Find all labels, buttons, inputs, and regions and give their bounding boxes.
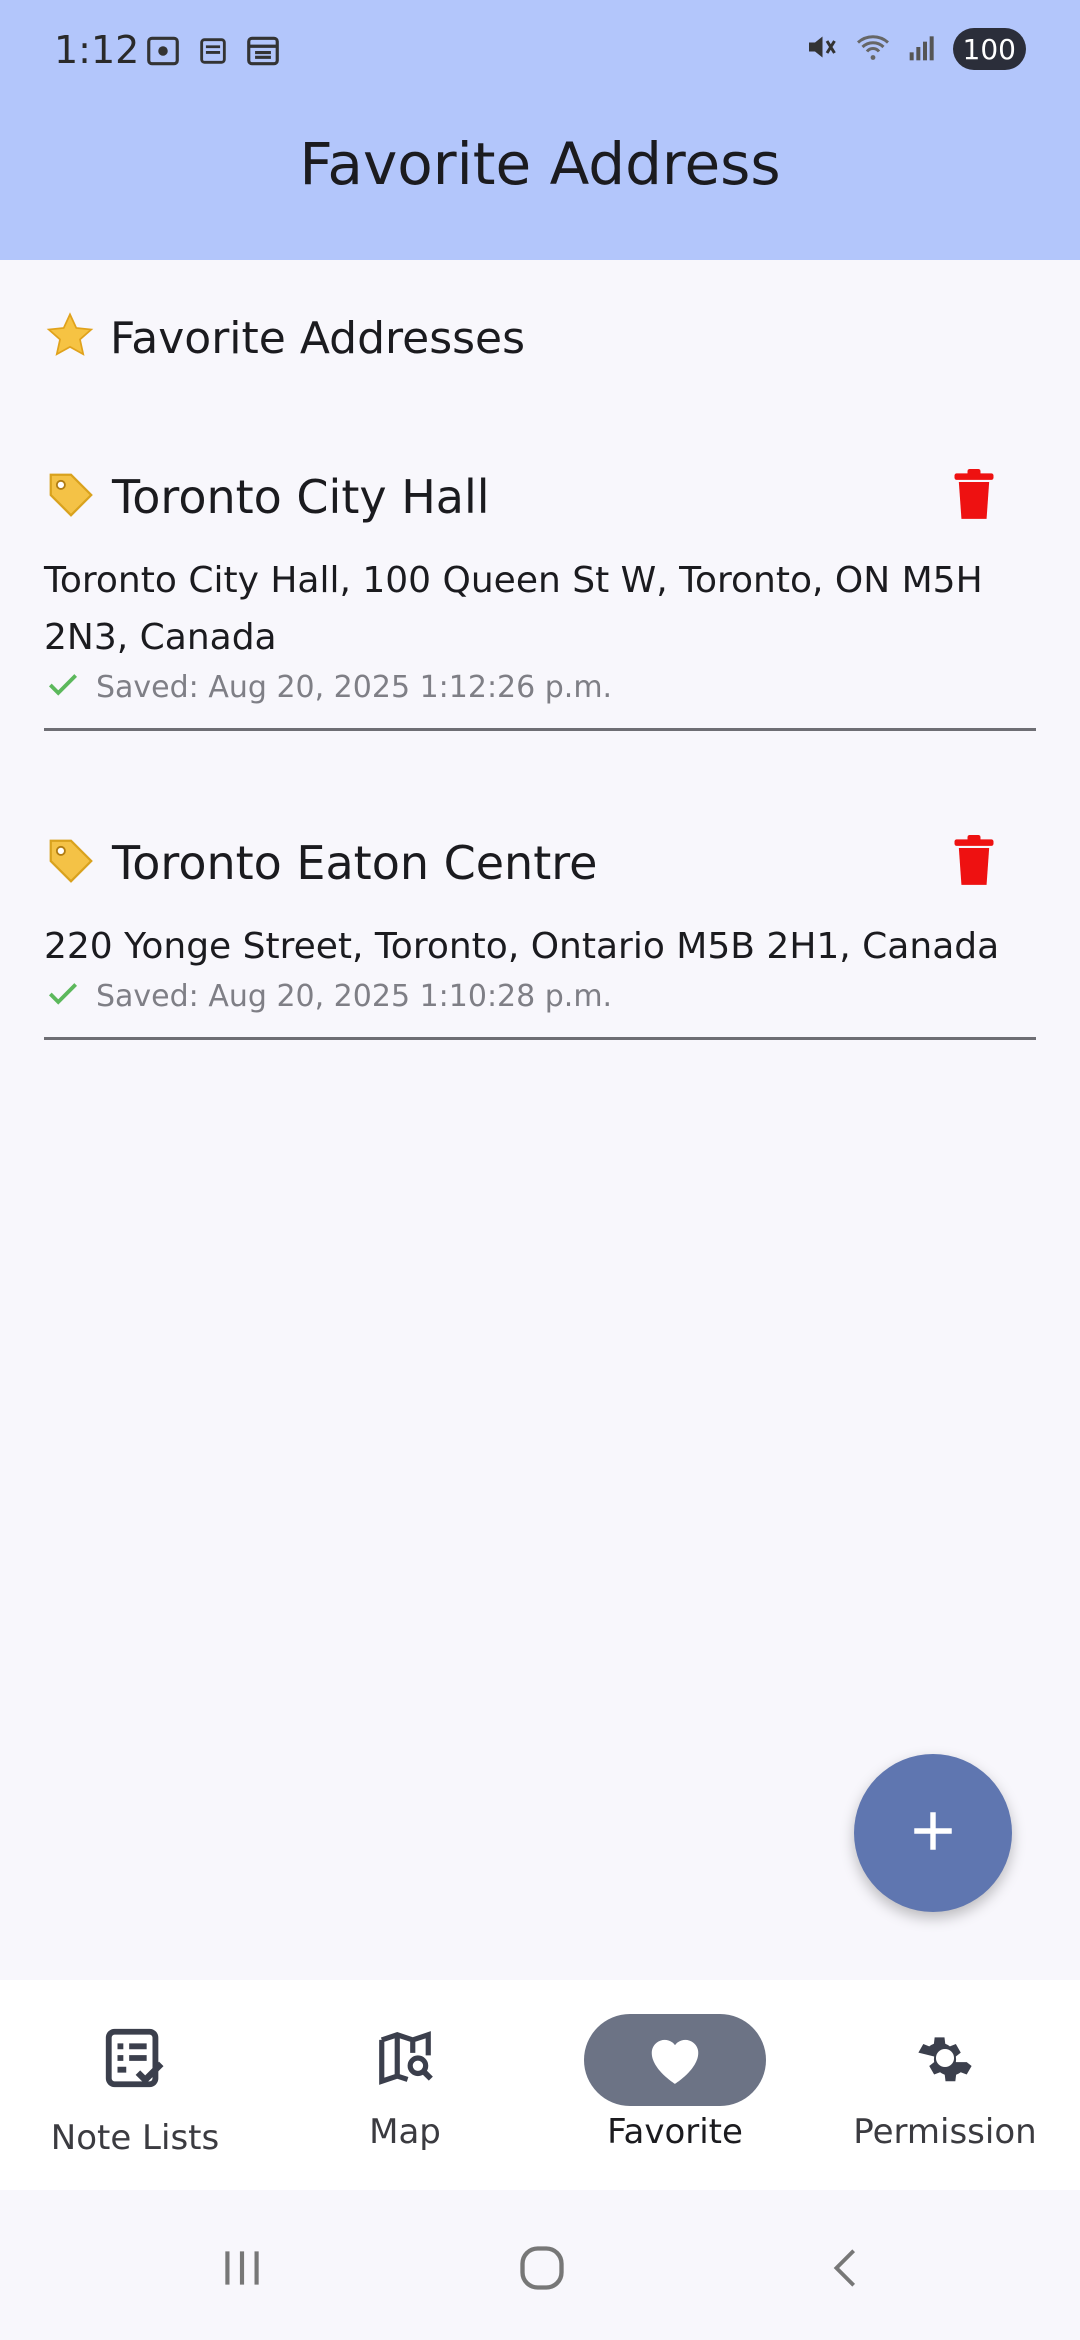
status-bar: 1:12 100 [0,0,1080,104]
status-time: 1:12 [54,28,140,72]
home-button[interactable] [502,2230,582,2310]
back-button[interactable] [806,2230,886,2310]
nav-item-permission[interactable]: Permission [810,1980,1080,2190]
favorite-address: Toronto City Hall, 100 Queen St W, Toron… [44,560,983,658]
note-list-icon [100,2023,170,2097]
recent-apps-button[interactable] [202,2230,282,2310]
divider [44,1037,1036,1040]
nav-item-map[interactable]: Map [270,1980,540,2190]
nav-icon-wrap [854,2014,1036,2106]
favorite-item[interactable]: Toronto City Hall Toronto City Hall, 100… [44,462,1036,731]
favorite-name: Toronto Eaton Centre [112,836,598,890]
nav-label: Map [369,2112,441,2152]
map-search-icon [374,2027,436,2093]
mute-icon [803,29,839,69]
saved-timestamp: Saved: Aug 20, 2025 1:10:28 p.m. [96,978,613,1014]
page-title: Favorite Address [299,130,781,198]
tag-icon [44,468,98,526]
favorite-address: 220 Yonge Street, Toronto, Ontario M5B 2… [44,926,1000,967]
divider [44,728,1036,731]
back-icon [823,2242,869,2298]
saved-timestamp: Saved: Aug 20, 2025 1:12:26 p.m. [96,669,613,705]
screen: 1:12 100 Favorite Address Favorite Addre… [0,0,1080,2340]
battery-indicator: 100 [952,28,1026,70]
favorite-name: Toronto City Hall [112,470,490,524]
saved-row: Saved: Aug 20, 2025 1:10:28 p.m. [44,975,1036,1017]
check-icon [44,975,82,1017]
favorite-name-wrap: Toronto City Hall [44,468,490,526]
status-right-icons: 100 [803,28,1026,70]
nav-item-favorite[interactable]: Favorite [540,1980,810,2190]
section-header: Favorite Addresses [44,310,525,366]
status-left-icons [144,32,282,74]
bottom-navigation: Note Lists Map Favorite Permission [0,1980,1080,2190]
favorite-name-wrap: Toronto Eaton Centre [44,834,597,892]
saved-row: Saved: Aug 20, 2025 1:12:26 p.m. [44,666,1036,708]
recent-apps-icon [217,2243,267,2297]
tag-icon [44,834,98,892]
trash-icon [953,835,995,891]
favorite-item-header: Toronto City Hall [44,462,1036,532]
gear-icon [914,2027,976,2093]
cast-icon [196,32,230,74]
nav-item-note-lists[interactable]: Note Lists [0,1980,270,2190]
trash-icon [953,469,995,525]
delete-button[interactable] [932,821,1016,905]
system-navigation-bar [0,2190,1080,2340]
wifi-icon [853,29,893,69]
favorite-item-header: Toronto Eaton Centre [44,828,1036,898]
nav-label: Favorite [607,2112,743,2152]
nav-icon-wrap [44,2014,226,2106]
heart-icon [644,2029,706,2091]
plus-icon [908,1806,958,1860]
nav-label: Permission [853,2112,1037,2152]
nav-icon-wrap [314,2014,496,2106]
star-icon [44,310,96,366]
add-favorite-button[interactable] [854,1754,1012,1912]
home-icon [516,2242,568,2298]
delete-button[interactable] [932,455,1016,539]
top-app-bar: 1:12 100 Favorite Address [0,0,1080,260]
signal-icon [907,29,939,69]
check-icon [44,666,82,708]
nav-active-pill [584,2014,766,2106]
calendar-icon [244,32,282,74]
nav-label: Note Lists [50,2118,220,2158]
screenshot-icon [144,32,182,74]
favorite-item[interactable]: Toronto Eaton Centre 220 Yonge Street, T… [44,828,1036,1040]
section-title: Favorite Addresses [110,312,526,364]
